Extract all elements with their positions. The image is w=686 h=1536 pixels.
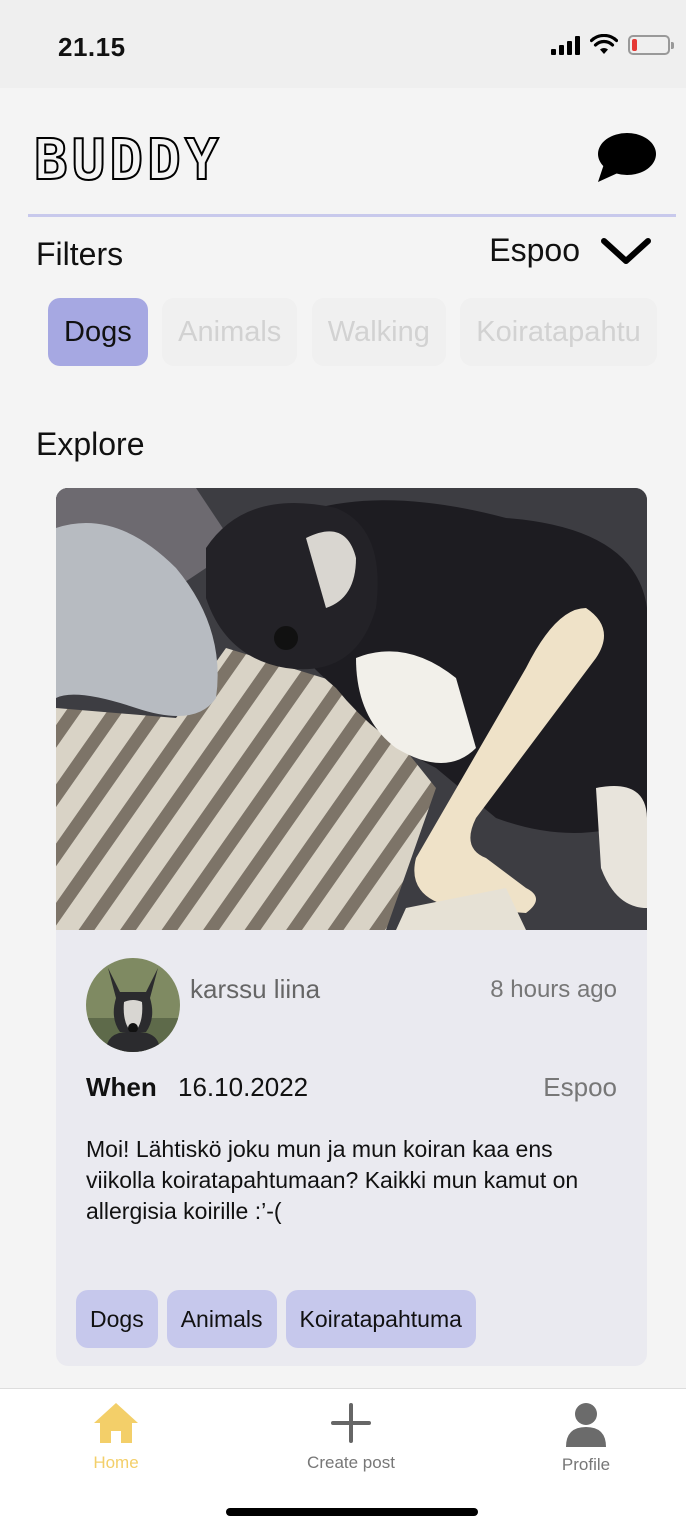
explore-heading: Explore [36, 426, 145, 462]
user-icon [566, 1403, 606, 1447]
plus-icon [331, 1403, 371, 1443]
filter-chip-walking[interactable]: Walking [311, 298, 446, 366]
post-location: Espoo [543, 1072, 617, 1102]
event-date: 16.10.2022 [178, 1072, 309, 1102]
post-tag-dogs[interactable]: Dogs [76, 1290, 158, 1348]
chevron-down-icon [601, 237, 651, 264]
post-card[interactable]: karssu liina 8 hours ago When 16.10.2022… [56, 488, 647, 1366]
tab-create-post[interactable]: Create post [281, 1401, 421, 1473]
tab-home-label: Home [93, 1453, 139, 1472]
tab-profile-label: Profile [561, 1455, 611, 1474]
filter-chips: Dogs Animals Walking Koiratapahtu [48, 298, 686, 368]
app-logo: BUDDY [33, 127, 223, 194]
filters-label: Filters [36, 236, 124, 272]
battery-icon [628, 35, 674, 55]
author-avatar[interactable] [86, 958, 180, 1052]
post-photo [56, 488, 647, 930]
when-label: When [86, 1072, 157, 1102]
status-icons [551, 34, 674, 56]
home-indicator [226, 1508, 478, 1516]
post-tags: Dogs Animals Koiratapahtuma [76, 1290, 476, 1348]
post-description: Moi! Lähtiskö joku mun ja mun koiran kaa… [86, 1136, 579, 1224]
chat-button[interactable] [596, 130, 656, 184]
location-dropdown[interactable]: Espoo [489, 232, 652, 269]
post-tag-koiratapahtuma[interactable]: Koiratapahtuma [285, 1290, 476, 1348]
cellular-signal-icon [551, 35, 580, 55]
location-dropdown-value: Espoo [489, 232, 580, 268]
post-timestamp: 8 hours ago [490, 976, 617, 1003]
wifi-icon [590, 34, 618, 54]
header-divider [28, 214, 676, 217]
status-time: 21.15 [58, 32, 126, 62]
app-header: BUDDY [0, 88, 686, 218]
tab-home[interactable]: Home [46, 1401, 186, 1473]
post-tag-animals[interactable]: Animals [166, 1290, 277, 1348]
author-name[interactable]: karssu liina [190, 974, 320, 1005]
tab-profile[interactable]: Profile [516, 1401, 656, 1475]
event-date-row: When 16.10.2022 [86, 1072, 308, 1103]
status-bar: 21.15 [0, 0, 686, 88]
filter-chip-koiratapahtu[interactable]: Koiratapahtu [460, 298, 657, 366]
tab-create-post-label: Create post [307, 1453, 395, 1472]
home-icon [94, 1403, 138, 1443]
chat-bubble-icon [598, 133, 656, 182]
filter-chip-dogs[interactable]: Dogs [48, 298, 148, 366]
filter-chip-animals[interactable]: Animals [162, 298, 298, 366]
